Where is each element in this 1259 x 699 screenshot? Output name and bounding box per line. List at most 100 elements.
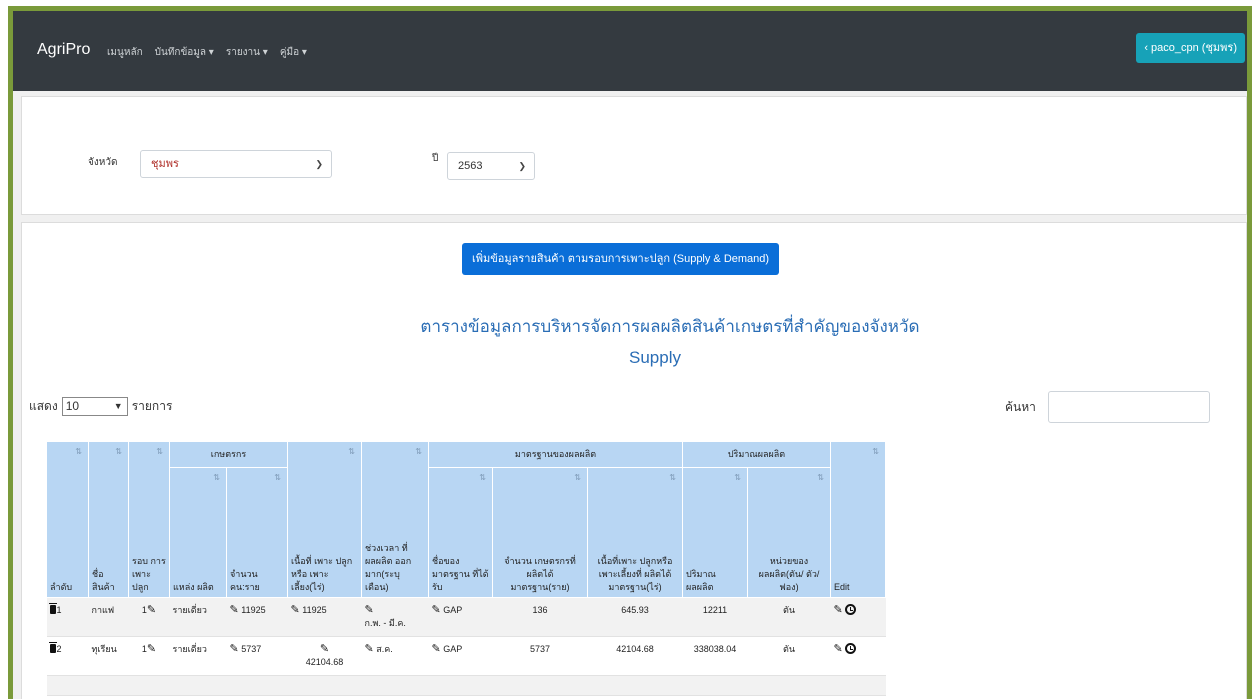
sort-icon: ⇅ bbox=[213, 473, 220, 482]
table-row: 1 กาแฟ 1✎ รายเดี่ยว ✎ 11925 ✎ 11925 ✎ ก.พ… bbox=[46, 597, 886, 637]
supply-panel: เพิ่มข้อมูลรายสินค้า ตามรอบการเพาะปลูก (… bbox=[21, 222, 1247, 699]
row-order: 2 bbox=[56, 644, 62, 654]
nav-item-manual[interactable]: คู่มือ ▾ bbox=[280, 45, 307, 60]
page-length-value: 10 bbox=[65, 399, 80, 413]
year-label: ปี bbox=[432, 153, 439, 164]
page-subtitle: Supply bbox=[629, 348, 681, 367]
table-row: 2 ทุเรียน 1✎ รายเดี่ยว ✎ 5737 ✎ 42104.68 … bbox=[46, 636, 886, 676]
sort-icon: ⇅ bbox=[872, 447, 879, 456]
row-unit: ตัน bbox=[747, 597, 831, 637]
nav-item-report[interactable]: รายงาน ▾ bbox=[226, 45, 268, 60]
app-window: AgriPro เมนูหลัก บันทึกข้อมูล ▾ รายงาน ▾… bbox=[8, 6, 1252, 699]
sort-icon: ⇅ bbox=[669, 473, 676, 482]
nav-item-record[interactable]: บันทึกข้อมูล ▾ bbox=[155, 45, 214, 60]
row-period: ส.ค. bbox=[376, 644, 393, 654]
pencil-icon[interactable]: ✎ bbox=[365, 604, 374, 617]
group-header-standard: มาตรฐานของผลผลิต bbox=[428, 441, 683, 468]
nav-menu: เมนูหลัก บันทึกข้อมูล ▾ รายงาน ▾ คู่มือ … bbox=[107, 45, 307, 60]
row-qty: 338038.04 bbox=[682, 636, 748, 676]
nav-item-home[interactable]: เมนูหลัก bbox=[107, 45, 143, 60]
row-std-area: 42104.68 bbox=[587, 636, 683, 676]
col-header-std-area[interactable]: ⇅ เนื้อที่เพาะ ปลูกหรือ เพาะเลี้ยงที่ ผลิ… bbox=[587, 467, 683, 598]
show-suffix: รายการ bbox=[131, 399, 173, 413]
row-product: กาแฟ bbox=[88, 597, 129, 637]
sort-icon: ⇅ bbox=[574, 473, 581, 482]
top-navbar: AgriPro เมนูหลัก บันทึกข้อมูล ▾ รายงาน ▾… bbox=[13, 11, 1247, 91]
page-title: ตารางข้อมูลการบริหารจัดการผลผลิตสินค้าเก… bbox=[420, 317, 920, 336]
col-header-source[interactable]: ⇅ แหล่ง ผลิต bbox=[169, 467, 227, 598]
search-label: ค้นหา bbox=[1005, 399, 1036, 414]
user-account-button[interactable]: ‹ paco_cpn (ชุมพร) bbox=[1136, 33, 1245, 63]
group-header-farmer: เกษตรกร bbox=[169, 441, 288, 468]
col-header-period[interactable]: ⇅ ช่วงเวลา ที่ ผลผลิต ออก มาก(ระบุ เดือน) bbox=[361, 441, 429, 598]
pencil-icon[interactable]: ✎ bbox=[432, 643, 441, 656]
pencil-icon[interactable]: ✎ bbox=[320, 643, 329, 656]
col-header-count[interactable]: ⇅ จำนวน คน:ราย bbox=[226, 467, 288, 598]
year-value: 2563 bbox=[458, 160, 483, 172]
sort-icon: ⇅ bbox=[479, 473, 486, 482]
col-header-area[interactable]: ⇅ เนื้อที่ เพาะ ปลูกหรือ เพาะ เลี้ยง(ไร่) bbox=[287, 441, 362, 598]
col-header-edit[interactable]: ⇅ Edit bbox=[830, 441, 886, 598]
chevron-down-icon: ❯ bbox=[315, 159, 323, 169]
filter-panel: จังหวัด ชุมพร ❯ ปี 2563 ❯ bbox=[21, 96, 1247, 215]
row-source: รายเดี่ยว bbox=[169, 597, 227, 637]
row-product: ทุเรียน bbox=[88, 636, 129, 676]
pencil-icon[interactable]: ✎ bbox=[147, 643, 156, 656]
province-label: จังหวัด bbox=[88, 157, 118, 168]
pencil-icon[interactable]: ✎ bbox=[291, 604, 300, 617]
search-control: ค้นหา bbox=[1005, 391, 1210, 423]
pencil-icon[interactable]: ✎ bbox=[147, 604, 156, 617]
chevron-down-icon: ▼ bbox=[113, 401, 123, 411]
year-select[interactable]: 2563 ❯ bbox=[447, 152, 535, 180]
sort-icon: ⇅ bbox=[115, 447, 122, 456]
province-value: ชุมพร bbox=[151, 158, 179, 170]
show-label: แสดง bbox=[29, 399, 58, 413]
add-product-button[interactable]: เพิ่มข้อมูลรายสินค้า ตามรอบการเพาะปลูก (… bbox=[462, 243, 780, 275]
table-row bbox=[46, 675, 886, 696]
pencil-icon[interactable]: ✎ bbox=[432, 604, 441, 617]
row-std-farmers: 5737 bbox=[492, 636, 588, 676]
pencil-icon[interactable]: ✎ bbox=[365, 643, 374, 656]
trash-icon[interactable] bbox=[48, 642, 57, 653]
row-std-farmers: 136 bbox=[492, 597, 588, 637]
brand-logo[interactable]: AgriPro bbox=[37, 41, 90, 59]
page-length-select[interactable]: 10 ▼ bbox=[61, 397, 128, 416]
pencil-icon[interactable]: ✎ bbox=[834, 643, 843, 656]
pencil-icon[interactable]: ✎ bbox=[834, 604, 843, 617]
sort-icon: ⇅ bbox=[156, 447, 163, 456]
row-area: 42104.68 bbox=[305, 657, 344, 667]
row-area: 11925 bbox=[302, 605, 327, 615]
history-icon[interactable] bbox=[845, 643, 857, 654]
col-header-std-name[interactable]: ⇅ ชื่อของ มาตรฐาน ที่ได้รับ bbox=[428, 467, 493, 598]
chevron-down-icon: ❯ bbox=[518, 161, 526, 171]
row-std-area: 645.93 bbox=[587, 597, 683, 637]
pencil-icon[interactable]: ✎ bbox=[230, 643, 239, 656]
trash-icon[interactable] bbox=[48, 603, 57, 614]
pencil-icon[interactable]: ✎ bbox=[230, 604, 239, 617]
history-icon[interactable] bbox=[845, 604, 857, 615]
row-std-name: GAP bbox=[443, 644, 463, 654]
col-header-unit[interactable]: ⇅ หน่วยของ ผลผลิต(ตัน/ ตัว/ฟอง) bbox=[747, 467, 831, 598]
supply-table: ⇅ ลำดับ ⇅ ชื่อ สินค้า ⇅ รอบ การ เพาะ ปลูก เ… bbox=[46, 441, 886, 696]
row-count: 11925 bbox=[241, 605, 266, 615]
sort-icon: ⇅ bbox=[817, 473, 824, 482]
sort-icon: ⇅ bbox=[734, 473, 741, 482]
row-unit: ตัน bbox=[747, 636, 831, 676]
group-header-quantity: ปริมาณผลผลิต bbox=[682, 441, 831, 468]
row-source: รายเดี่ยว bbox=[169, 636, 227, 676]
row-count: 5737 bbox=[241, 644, 262, 654]
sort-icon: ⇅ bbox=[274, 473, 281, 482]
col-header-qty[interactable]: ⇅ ปริมาณ ผลผลิต bbox=[682, 467, 748, 598]
sort-icon: ⇅ bbox=[75, 447, 82, 456]
row-std-name: GAP bbox=[443, 605, 463, 615]
sort-icon: ⇅ bbox=[348, 447, 355, 456]
row-period: ก.พ. - มี.ค. bbox=[364, 618, 406, 628]
province-select[interactable]: ชุมพร ❯ bbox=[140, 150, 332, 178]
col-header-round[interactable]: ⇅ รอบ การ เพาะ ปลูก bbox=[128, 441, 170, 598]
col-header-order[interactable]: ⇅ ลำดับ bbox=[46, 441, 89, 598]
col-header-product[interactable]: ⇅ ชื่อ สินค้า bbox=[88, 441, 129, 598]
page-length-control: แสดง 10 ▼ รายการ bbox=[29, 397, 172, 416]
row-qty: 12211 bbox=[682, 597, 748, 637]
col-header-std-farmers[interactable]: ⇅ จำนวน เกษตรกรที่ ผลิตได้ มาตรฐาน(ราย) bbox=[492, 467, 588, 598]
search-input[interactable] bbox=[1047, 391, 1210, 423]
